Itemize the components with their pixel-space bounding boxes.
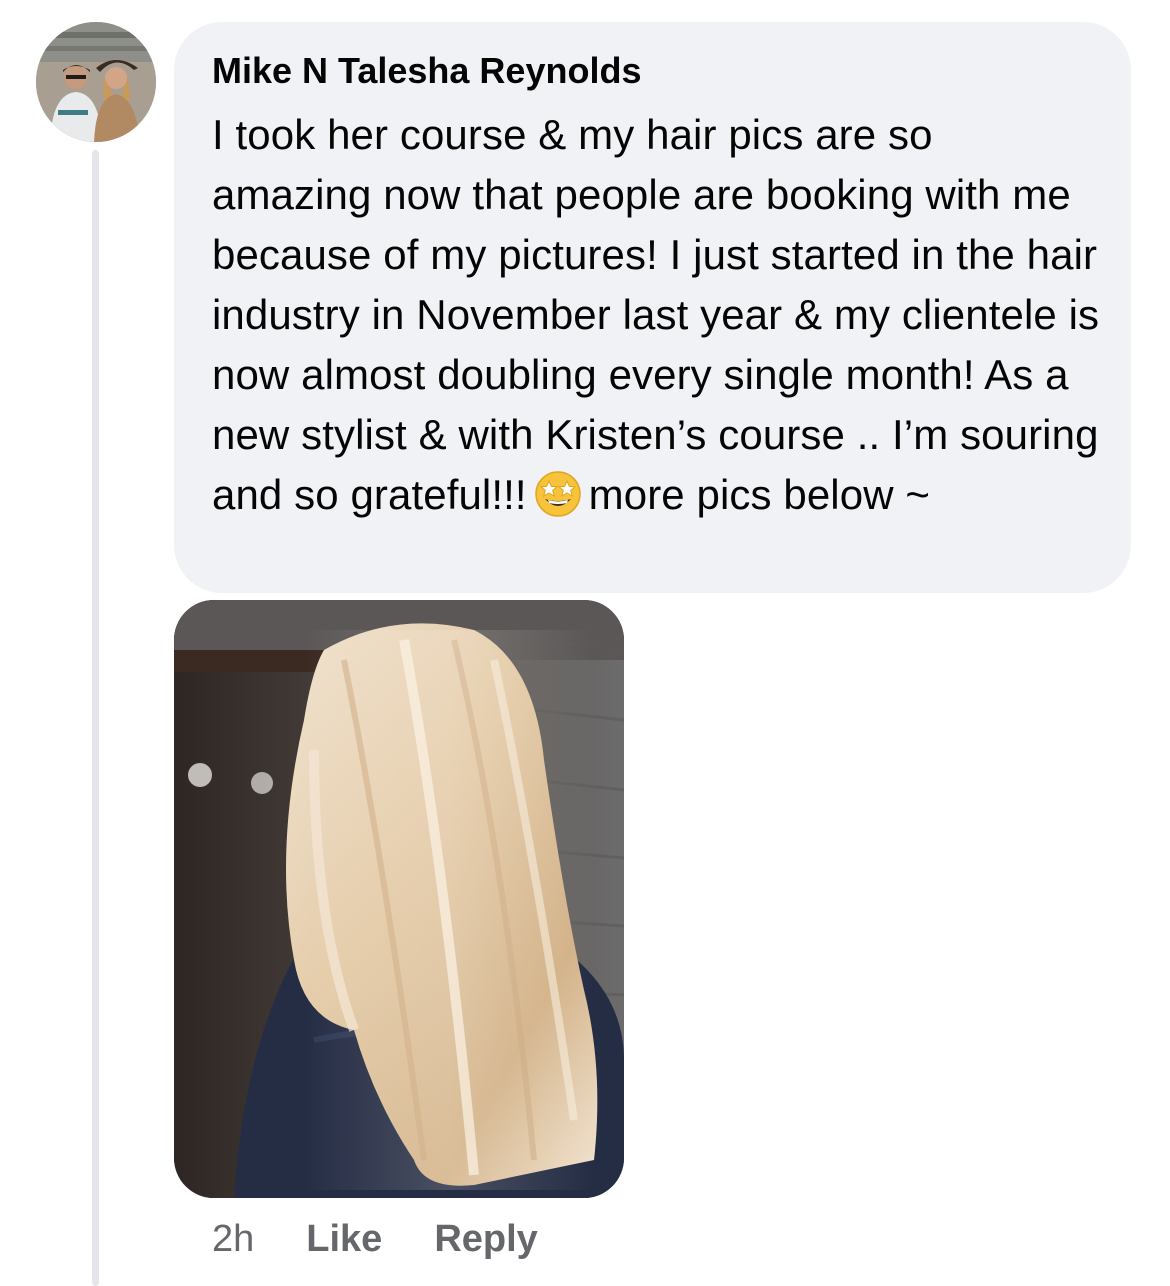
comment-text-tail: more pics below ~ [588,471,931,518]
hair-photo[interactable] [174,600,624,1198]
comment-author[interactable]: Mike N Talesha Reynolds [212,49,1101,93]
comment-timestamp[interactable]: 2h [212,1218,254,1261]
star-struck-emoji-icon [533,469,583,519]
like-button[interactable]: Like [306,1218,382,1261]
comment-text-main: I took her course & my hair pics are so … [212,111,1100,518]
comment-bubble: Mike N Talesha Reynolds I took her cours… [174,22,1131,593]
author-avatar[interactable] [36,22,156,142]
comment-text: I took her course & my hair pics are so … [212,105,1101,525]
thread-line [92,150,99,1286]
reply-button[interactable]: Reply [434,1218,537,1261]
comment-actions: 2h Like Reply [212,1214,590,1264]
